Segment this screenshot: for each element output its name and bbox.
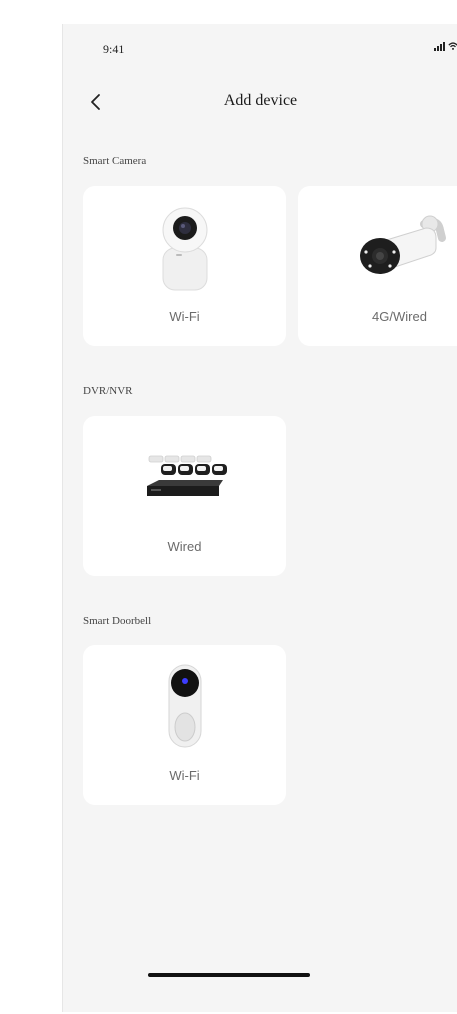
home-indicator[interactable]: [148, 973, 310, 977]
status-time: 9:41: [103, 42, 125, 56]
indoor-camera-icon: [162, 207, 207, 291]
cellular-signal-icon: [434, 41, 445, 51]
doorbell-icon: [168, 664, 201, 748]
status-bar: 9:41: [63, 24, 457, 74]
section-title-smart-camera: Smart Camera: [83, 155, 147, 167]
status-icons: [434, 41, 457, 51]
card-image: [298, 202, 457, 294]
card-dvr-nvr-wired[interactable]: Wired: [83, 416, 286, 576]
card-image: [83, 661, 286, 753]
card-image: [83, 202, 286, 294]
card-smart-camera-4g-wired[interactable]: 4G/Wired: [298, 186, 457, 346]
card-label: Wi-Fi: [169, 768, 200, 783]
section-title-smart-doorbell: Smart Doorbell: [83, 615, 152, 627]
card-smart-doorbell-wifi[interactable]: Wi-Fi: [83, 645, 286, 805]
page-title: Add device: [223, 92, 298, 109]
card-smart-camera-wifi[interactable]: Wi-Fi: [83, 186, 286, 346]
nvr-kit-icon: [146, 455, 227, 496]
card-label: Wired: [167, 539, 202, 554]
card-image: [83, 432, 286, 524]
wifi-icon: [448, 42, 457, 50]
app-screen: 9:41 Add device Smart Camera Wi-Fi 4G/Wi…: [62, 24, 457, 1012]
card-label: Wi-Fi: [169, 309, 200, 324]
nav-bar: Add device: [63, 84, 457, 120]
bullet-camera-icon: [359, 215, 446, 274]
card-label: 4G/Wired: [372, 309, 427, 324]
section-title-dvr-nvr: DVR/NVR: [83, 385, 133, 397]
